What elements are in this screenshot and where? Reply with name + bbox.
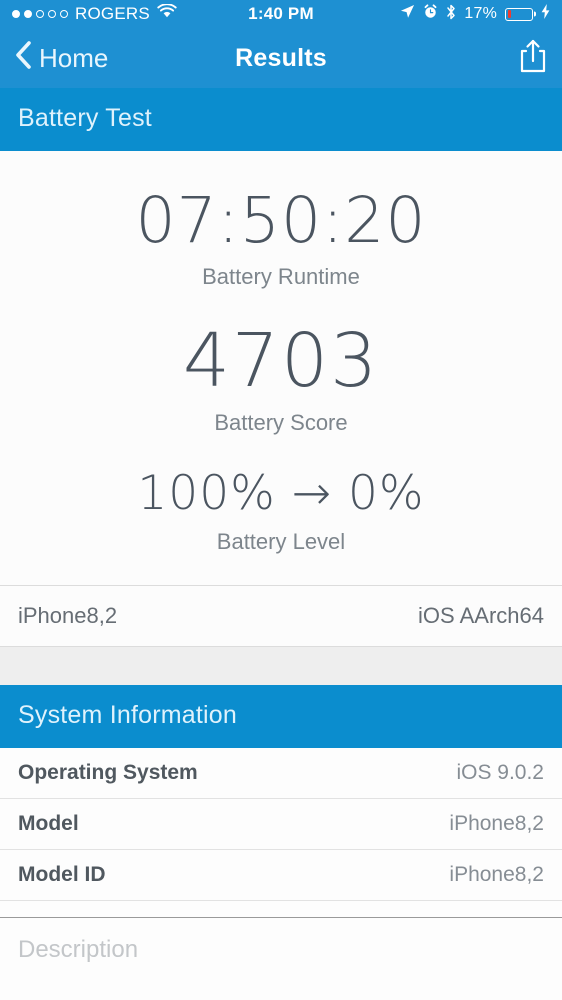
metric-label: Battery Score xyxy=(214,410,348,435)
battery-fill xyxy=(507,10,512,18)
battery-icon xyxy=(505,7,533,21)
battery-percent-label: 17% xyxy=(464,5,497,22)
info-row-value: iPhone8,2 xyxy=(449,863,544,886)
system-information-table: Operating System iOS 9.0.2 Model iPhone8… xyxy=(0,748,562,901)
metric-battery-runtime: 07:50:20 Battery Runtime xyxy=(136,189,427,290)
table-row: Model ID iPhone8,2 xyxy=(0,850,562,901)
status-bar-center: 1:40 PM xyxy=(248,4,314,24)
metric-battery-score: 4703 Battery Score xyxy=(183,324,379,436)
metric-label: Battery Runtime xyxy=(202,264,360,289)
location-arrow-icon xyxy=(400,4,415,24)
wifi-icon xyxy=(157,3,177,24)
signal-dot xyxy=(12,10,20,18)
device-model-label: iPhone8,2 xyxy=(18,603,118,628)
metric-battery-level: 100% → 0% Battery Level xyxy=(137,470,424,555)
metric-label: Battery Level xyxy=(216,529,346,554)
cellular-signal-icon xyxy=(12,10,68,18)
navigation-bar: Home Results xyxy=(0,28,562,88)
device-platform-label: iOS AArch64 xyxy=(418,603,544,628)
metric-value: 100% → 0% xyxy=(137,466,425,521)
status-bar-left: ROGERS xyxy=(12,3,248,24)
info-row-value: iOS 9.0.2 xyxy=(456,761,544,784)
signal-dot xyxy=(24,10,32,18)
alarm-clock-icon xyxy=(423,4,438,24)
chevron-left-icon xyxy=(14,40,32,77)
section-gap xyxy=(0,647,562,685)
table-row: Operating System iOS 9.0.2 xyxy=(0,748,562,799)
status-bar-right: 17% xyxy=(314,4,550,25)
info-row-label: Model xyxy=(18,812,79,835)
description-input[interactable]: Description xyxy=(0,918,562,1000)
signal-dot xyxy=(48,10,56,18)
info-row-label: Model ID xyxy=(18,863,106,886)
section-header-battery-test: Battery Test xyxy=(0,88,562,151)
signal-dot xyxy=(60,10,68,18)
back-button[interactable]: Home xyxy=(14,40,108,77)
table-row: Model iPhone8,2 xyxy=(0,799,562,850)
device-summary-row: iPhone8,2 iOS AArch64 xyxy=(0,585,562,647)
share-button[interactable] xyxy=(518,38,548,79)
bluetooth-icon xyxy=(446,4,456,25)
back-button-label: Home xyxy=(39,42,109,73)
clock-label: 1:40 PM xyxy=(248,4,314,23)
info-row-value: iPhone8,2 xyxy=(449,812,544,835)
status-bar: ROGERS 1:40 PM 17% xyxy=(0,0,562,28)
metric-value: 4703 xyxy=(182,318,380,404)
signal-dot xyxy=(36,10,44,18)
info-row-label: Operating System xyxy=(18,761,198,784)
carrier-label: ROGERS xyxy=(75,4,150,23)
metric-value: 07:50:20 xyxy=(135,184,427,257)
section-header-system-information: System Information xyxy=(0,685,562,748)
battery-test-summary: 07:50:20 Battery Runtime 4703 Battery Sc… xyxy=(0,151,562,585)
app-root: ROGERS 1:40 PM 17% Home Results Battery … xyxy=(0,0,562,1000)
lightning-bolt-icon xyxy=(541,4,550,24)
share-icon xyxy=(518,38,548,79)
